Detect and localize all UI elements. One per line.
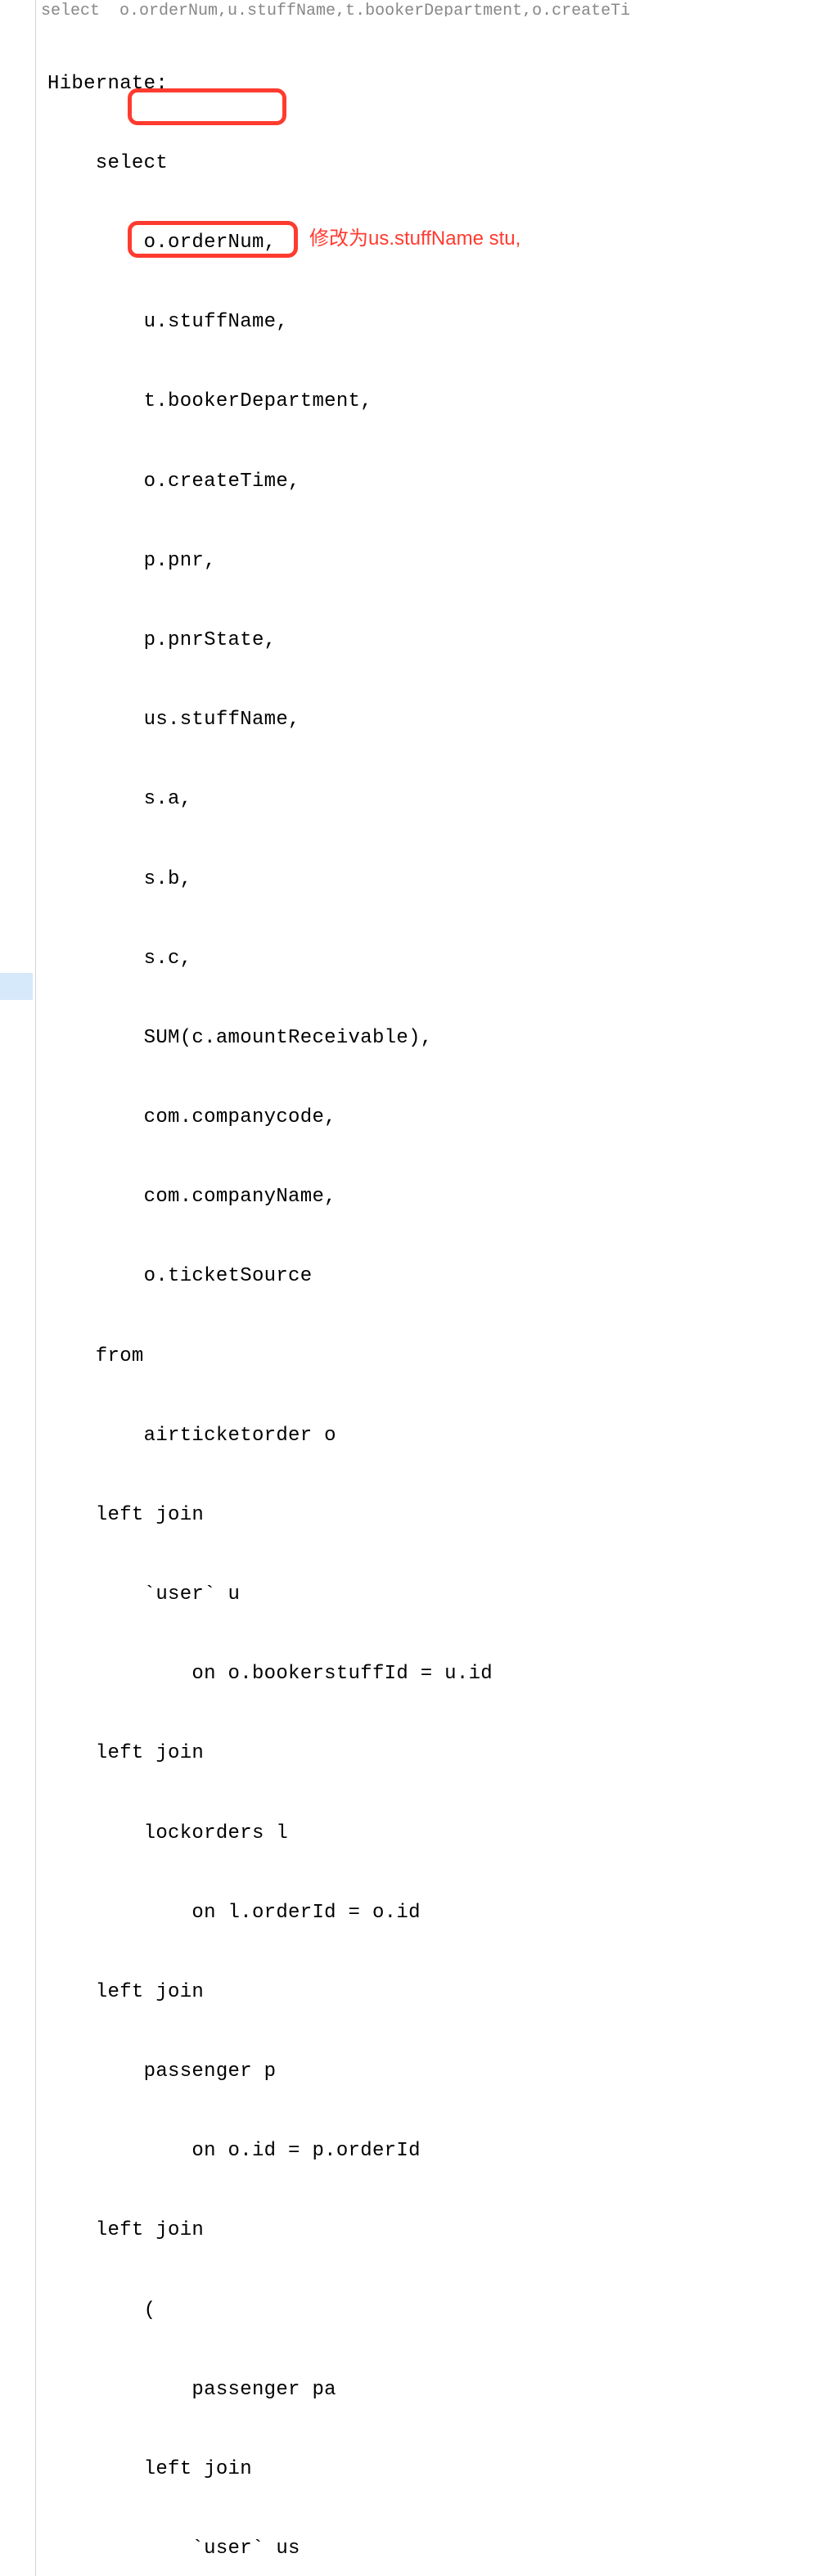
code-line: on o.id = p.orderId: [47, 2138, 838, 2164]
code-line: `user` u: [47, 1582, 838, 1608]
code-content[interactable]: Hibernate: select o.orderNum, u.stuffNam…: [41, 16, 838, 2576]
code-line: passenger pa: [47, 2377, 838, 2403]
code-line: airticketorder o: [47, 1423, 838, 1449]
code-line: lockorders l: [47, 1821, 838, 1847]
code-line: o.createTime,: [47, 469, 838, 495]
code-line: `user` us: [47, 2536, 838, 2562]
code-line: left join: [47, 1741, 838, 1767]
code-line: o.ticketSource: [47, 1263, 838, 1290]
annotation-text: 修改为us.stuffName stu,: [309, 226, 520, 252]
code-line: com.companyName,: [47, 1184, 838, 1210]
code-line: passenger p: [47, 2059, 838, 2085]
code-line: u.stuffName,: [47, 309, 838, 336]
code-line: s.b,: [47, 867, 838, 893]
code-line: Hibernate:: [47, 71, 838, 97]
code-line: left join: [47, 2457, 838, 2483]
code-editor: select o.orderNum,u.stuffName,t.bookerDe…: [0, 0, 838, 2576]
truncated-line-top: select o.orderNum,u.stuffName,t.bookerDe…: [41, 0, 838, 16]
code-line: t.bookerDepartment,: [47, 389, 838, 415]
code-line: on l.orderId = o.id: [47, 1900, 838, 1926]
editor-gutter: [0, 0, 36, 2576]
code-line: s.c,: [47, 946, 838, 972]
code-line: from: [47, 1344, 838, 1370]
code-line: left join: [47, 1979, 838, 2006]
code-line: p.pnr,: [47, 548, 838, 574]
code-line: SUM(c.amountReceivable),: [47, 1025, 838, 1052]
code-line: us.stuffName,: [47, 707, 838, 733]
code-line: left join: [47, 2218, 838, 2244]
code-line: (: [47, 2298, 838, 2324]
code-line: select: [47, 151, 838, 177]
code-line: com.companycode,: [47, 1105, 838, 1131]
code-line: left join: [47, 1502, 838, 1529]
code-line: s.a,: [47, 786, 838, 813]
gutter-current-line: [0, 973, 33, 1000]
code-line: on o.bookerstuffId = u.id: [47, 1661, 838, 1687]
code-line: p.pnrState,: [47, 628, 838, 654]
